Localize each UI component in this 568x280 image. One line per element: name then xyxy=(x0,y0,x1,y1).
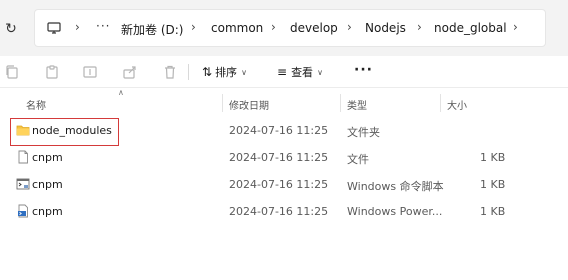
file-type: Windows Power... xyxy=(347,205,443,218)
breadcrumb-nodejs[interactable]: Nodejs xyxy=(365,21,406,35)
column-header-date[interactable]: 修改日期 xyxy=(229,97,269,112)
refresh-icon[interactable]: ↻ xyxy=(2,20,20,38)
paste-icon[interactable] xyxy=(44,64,60,80)
chevron-right-icon[interactable]: › xyxy=(75,20,80,34)
powershell-script-icon xyxy=(16,204,30,218)
file-date: 2024-07-16 11:25 xyxy=(229,178,329,191)
file-type: Windows 命令脚本 xyxy=(347,180,444,193)
sort-icon: ⇅ xyxy=(202,65,213,79)
sort-ascending-icon: ∧ xyxy=(118,88,124,97)
file-date: 2024-07-16 11:25 xyxy=(229,151,329,164)
column-header-name[interactable]: 名称 xyxy=(26,97,46,112)
file-row[interactable]: cnpm 2024-07-16 11:25 Windows 命令脚本 1 KB xyxy=(12,172,552,198)
file-type: 文件 xyxy=(347,153,369,166)
delete-icon[interactable] xyxy=(162,64,178,80)
column-divider[interactable] xyxy=(440,94,441,112)
view-button[interactable]: ≡ 查看 ∨ xyxy=(277,63,323,81)
chevron-right-icon[interactable]: › xyxy=(271,20,276,34)
breadcrumb-drive-d[interactable]: 新加卷 (D:) xyxy=(121,21,183,38)
rename-icon[interactable] xyxy=(82,64,98,80)
file-row[interactable]: cnpm 2024-07-16 11:25 Windows Power... 1… xyxy=(12,199,552,225)
file-type: 文件夹 xyxy=(347,126,380,139)
breadcrumb-common[interactable]: common xyxy=(211,21,263,35)
address-bar-row: ↻ › ··· 新加卷 (D:) › common › develop › No… xyxy=(0,0,568,56)
file-name[interactable]: cnpm xyxy=(32,151,63,164)
column-header-type[interactable]: 类型 xyxy=(347,97,367,112)
chevron-down-icon: ∨ xyxy=(241,67,247,77)
sort-label: 排序 xyxy=(215,66,238,79)
address-bar[interactable]: › ··· 新加卷 (D:) › common › develop › Node… xyxy=(34,9,546,47)
command-toolbar: ⇅ 排序 ∨ ≡ 查看 ∨ ··· xyxy=(0,56,568,88)
breadcrumb-develop[interactable]: develop xyxy=(290,21,338,35)
chevron-right-icon[interactable]: › xyxy=(347,20,352,34)
chevron-right-icon[interactable]: › xyxy=(417,20,422,34)
sort-button[interactable]: ⇅ 排序 ∨ xyxy=(202,63,247,81)
view-label: 查看 xyxy=(291,66,314,79)
toolbar-divider xyxy=(188,64,189,80)
file-size: 1 KB xyxy=(480,178,506,191)
file-date: 2024-07-16 11:25 xyxy=(229,124,329,137)
more-options-button[interactable]: ··· xyxy=(354,62,373,78)
chevron-right-icon[interactable]: › xyxy=(191,20,196,34)
cmd-script-icon xyxy=(16,177,30,191)
column-divider[interactable] xyxy=(222,94,223,112)
chevron-down-icon: ∨ xyxy=(317,67,323,77)
file-icon xyxy=(16,150,30,164)
highlight-annotation xyxy=(10,118,119,146)
file-name[interactable]: cnpm xyxy=(32,205,63,218)
file-date: 2024-07-16 11:25 xyxy=(229,205,329,218)
column-header-size[interactable]: 大小 xyxy=(447,97,467,112)
file-row[interactable]: cnpm 2024-07-16 11:25 文件 1 KB xyxy=(12,145,552,171)
chevron-right-icon[interactable]: › xyxy=(513,20,518,34)
share-icon[interactable] xyxy=(122,64,138,80)
view-icon: ≡ xyxy=(277,65,288,79)
this-pc-icon[interactable] xyxy=(47,21,61,35)
column-divider[interactable] xyxy=(340,94,341,112)
breadcrumb-more[interactable]: ··· xyxy=(96,19,110,33)
file-size: 1 KB xyxy=(480,151,506,164)
copy-icon[interactable] xyxy=(4,64,20,80)
file-size: 1 KB xyxy=(480,205,506,218)
breadcrumb-node-global[interactable]: node_global xyxy=(434,21,507,35)
file-name[interactable]: cnpm xyxy=(32,178,63,191)
